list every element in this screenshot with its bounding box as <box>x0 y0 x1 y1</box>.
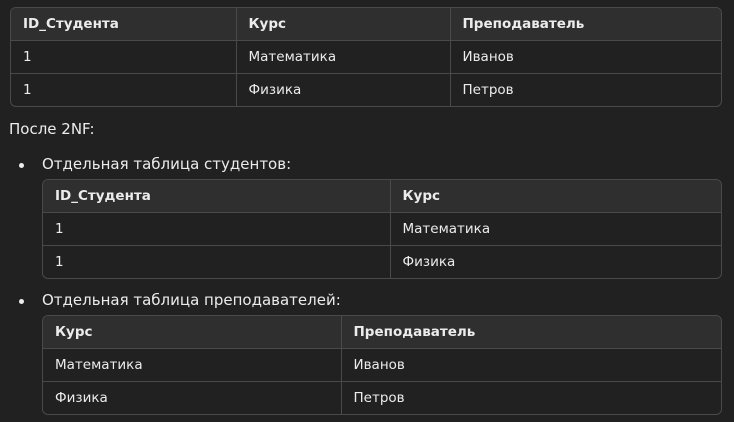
bullet-dot <box>19 163 24 168</box>
table-cell: Физика <box>235 73 450 106</box>
table-row: 1 Физика Петров <box>11 73 721 106</box>
table-header-row: ID_Студента Курс <box>43 180 721 213</box>
table-cell: 1 <box>43 212 390 246</box>
table-cell: Физика <box>389 245 721 278</box>
table-cell: 1 <box>11 40 236 74</box>
column-header: ID_Студента <box>43 180 390 213</box>
table-header-row: ID_Студента Курс Преподаватель <box>11 8 721 41</box>
table-cell: Петров <box>449 73 721 106</box>
table-row: 1 Математика <box>43 212 721 246</box>
table-cell: Петров <box>340 381 721 414</box>
table-cell: 1 <box>43 245 390 278</box>
column-header: Курс <box>43 316 341 349</box>
teachers-table-label: Отдельная таблица преподавателей: <box>42 291 341 309</box>
column-header: Курс <box>235 8 450 41</box>
table-cell: Иванов <box>340 348 721 382</box>
column-header: Курс <box>389 180 721 213</box>
original-table: ID_Студента Курс Преподаватель 1 Математ… <box>10 7 722 107</box>
after-2nf-label: После 2NF: <box>9 120 95 138</box>
teachers-table: Курс Преподаватель Математика Иванов Физ… <box>42 315 722 415</box>
table-row: Физика Петров <box>43 381 721 414</box>
table-header-row: Курс Преподаватель <box>43 316 721 349</box>
table-cell: Математика <box>235 40 450 74</box>
students-table: ID_Студента Курс 1 Математика 1 Физика <box>42 179 722 279</box>
column-header: Преподаватель <box>340 316 721 349</box>
bullet-dot <box>19 299 24 304</box>
table-cell: Физика <box>43 381 341 414</box>
table-row: 1 Физика <box>43 245 721 278</box>
table-row: 1 Математика Иванов <box>11 40 721 74</box>
table-cell: Иванов <box>449 40 721 74</box>
table-cell: 1 <box>11 73 236 106</box>
column-header: ID_Студента <box>11 8 236 41</box>
table-row: Математика Иванов <box>43 348 721 382</box>
table-cell: Математика <box>43 348 341 382</box>
column-header: Преподаватель <box>449 8 721 41</box>
table-cell: Математика <box>389 212 721 246</box>
students-table-label: Отдельная таблица студентов: <box>42 155 292 173</box>
chat-message-content: ID_Студента Курс Преподаватель 1 Математ… <box>0 0 734 422</box>
